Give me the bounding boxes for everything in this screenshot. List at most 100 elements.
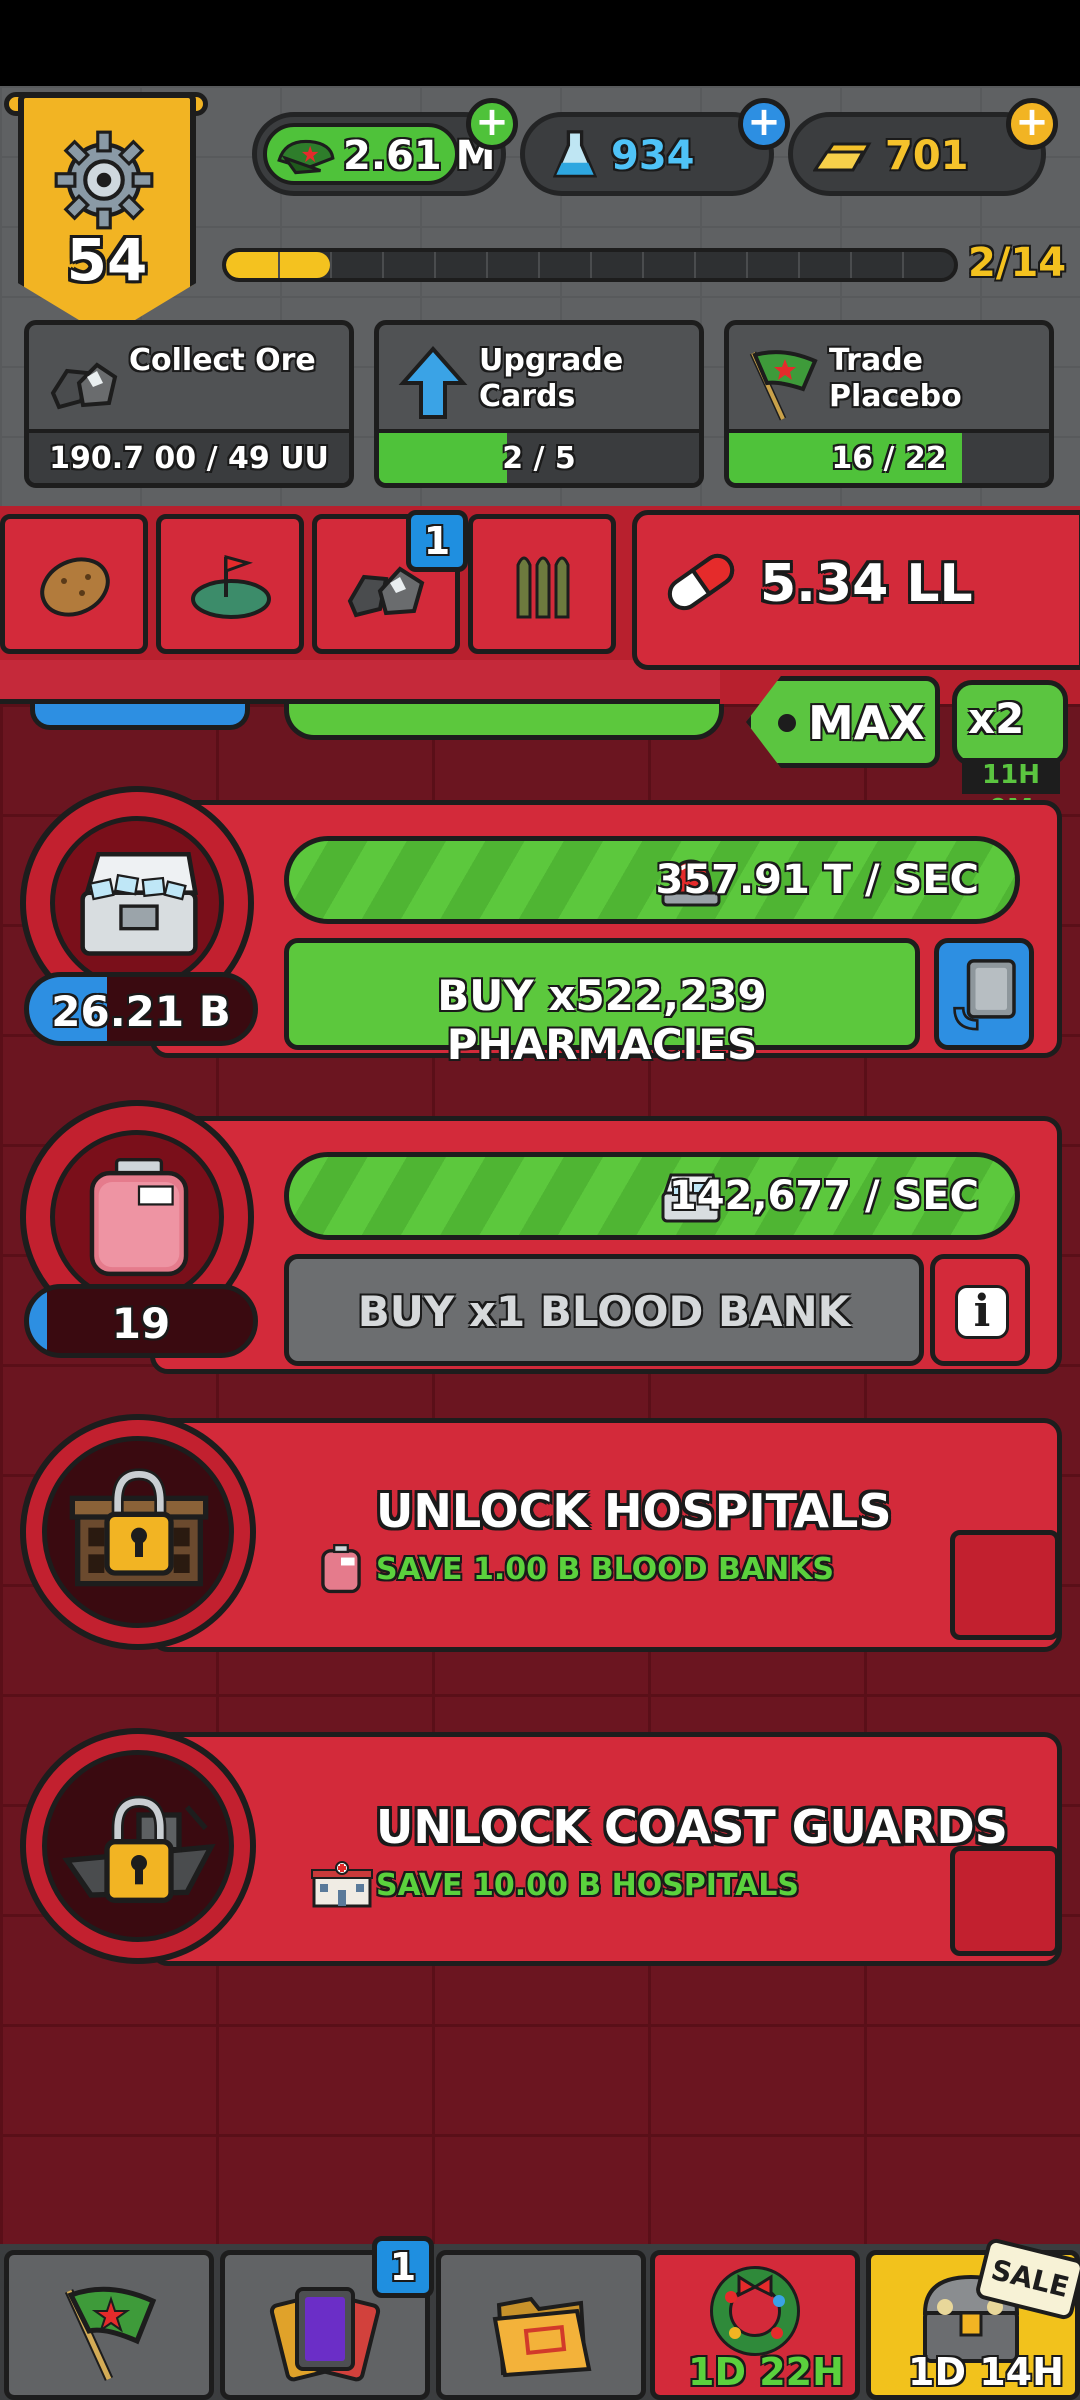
- gold-bar-icon: [813, 142, 872, 172]
- ore-tab-badge: 1: [406, 510, 468, 572]
- ammo-icon: [516, 556, 570, 619]
- buy-blood-bank-button[interactable]: BUY x1 BLOOD BANK: [284, 1254, 924, 1366]
- pharmacy-rate-bar[interactable]: 357.91 T / SEC: [284, 836, 1020, 924]
- up-arrow-icon: [398, 345, 468, 419]
- xp-segment-divider: [850, 252, 852, 278]
- xp-segment-divider: [278, 252, 280, 278]
- task-progress-bar: 190.7 00 / 49 UU: [29, 429, 349, 483]
- task-progress-bar: 2 / 5: [379, 429, 699, 483]
- task-progress-bar: 16 / 22: [729, 429, 1049, 483]
- pharmacy-count-value: 26.21 B: [51, 987, 231, 1036]
- pharmacy-count: 26.21 B: [24, 972, 258, 1046]
- gold-value: 701: [885, 133, 969, 179]
- card-corner: [950, 1846, 1060, 1956]
- unlock-hospitals-requirement: SAVE 1.00 B BLOOD BANKS: [376, 1552, 835, 1587]
- cards-badge: 1: [372, 2236, 434, 2298]
- blood-bag-icon: [89, 1157, 189, 1277]
- unlock-coast-guards-requirement: SAVE 10.00 B HOSPITALS: [376, 1868, 800, 1903]
- pill-balance: 5.34 LL: [760, 554, 973, 614]
- task-collect-ore[interactable]: Collect Ore 190.7 00 / 49 UU: [24, 320, 354, 488]
- flag-icon: [749, 350, 818, 421]
- locked-coast-guard-inner: [42, 1750, 234, 1942]
- gear-icon: [54, 130, 154, 230]
- army-cap-icon: [277, 139, 335, 175]
- task-title: Trade Placebo: [829, 343, 962, 414]
- xp-segment-divider: [434, 252, 436, 278]
- swamp-flag-icon: [191, 555, 271, 619]
- blood-bank-rate: 142,677 / SEC: [668, 1173, 979, 1219]
- boost-timer: 11H 0M: [962, 758, 1060, 824]
- shop-timer: 1D 14H: [908, 2350, 1064, 2394]
- blood-bank-count-value: 19: [111, 1299, 171, 1348]
- xp-segment-divider: [798, 252, 800, 278]
- info-icon: i: [955, 1285, 1009, 1339]
- xp-segment-divider: [902, 252, 904, 278]
- task-progress: 2 / 5: [502, 441, 576, 476]
- task-title: Collect Ore: [129, 343, 316, 378]
- xp-progress-bar: [222, 248, 958, 282]
- locked-hospital-icon: [69, 1468, 209, 1587]
- flask-icon: [553, 130, 597, 178]
- tab-potato[interactable]: [0, 514, 148, 654]
- tab-ledge: [0, 660, 720, 704]
- locked-hospital-ring: [20, 1414, 256, 1650]
- info-button[interactable]: i: [930, 1254, 1030, 1366]
- research-value: 934: [611, 133, 695, 179]
- xp-segment-divider: [694, 252, 696, 278]
- task-progress: 190.7 00 / 49 UU: [49, 441, 329, 476]
- ore-icon: [50, 362, 118, 410]
- blood-bank-ring-inner: [50, 1130, 224, 1304]
- pharmacy-rate: 357.91 T / SEC: [655, 857, 979, 903]
- nav-trade[interactable]: [4, 2250, 214, 2400]
- xp-segment-divider: [330, 252, 332, 278]
- potato-icon: [40, 557, 110, 617]
- x2-label: x2: [968, 694, 1025, 743]
- xp-segment-divider: [590, 252, 592, 278]
- cards-icon: [269, 2287, 381, 2382]
- manager-button[interactable]: [934, 938, 1034, 1050]
- add-gold-button[interactable]: +: [1006, 98, 1058, 150]
- max-tag-hole: [778, 714, 796, 732]
- buy-pharmacies-button[interactable]: BUY x522,239 PHARMACIES: [284, 938, 920, 1069]
- xp-segment-divider: [642, 252, 644, 278]
- buy-blood-bank-label: BUY x1 BLOOD BANK: [357, 1287, 851, 1336]
- manager-card-icon: [953, 959, 1016, 1031]
- locked-coast-guard-ring: [20, 1728, 256, 1964]
- locked-boat-icon: [62, 1795, 216, 1903]
- previous-row-peek-bar: [284, 704, 724, 740]
- locked-hospital-inner: [42, 1436, 234, 1628]
- unlock-coast-guards-title: UNLOCK COAST GUARDS: [376, 1800, 1008, 1854]
- add-research-button[interactable]: +: [738, 98, 790, 150]
- blood-bank-count: 19: [24, 1284, 258, 1358]
- ice-chest-icon: [80, 852, 199, 956]
- previous-row-peek: [30, 704, 250, 730]
- xp-segment-divider: [382, 252, 384, 278]
- xp-count: 2/14: [968, 240, 1067, 286]
- tab-swamp[interactable]: [156, 514, 304, 654]
- pharmacy-ring-inner: [50, 816, 224, 990]
- blood-bag-icon: [321, 1544, 361, 1594]
- player-level: 54: [66, 226, 148, 294]
- task-upgrade-cards[interactable]: Upgrade Cards 2 / 5: [374, 320, 704, 488]
- task-trade-placebo[interactable]: Trade Placebo 16 / 22: [724, 320, 1054, 488]
- pill-icon: [667, 553, 735, 611]
- card-corner: [950, 1530, 1060, 1640]
- xp-segment-divider: [486, 252, 488, 278]
- nav-documents[interactable]: [436, 2250, 646, 2400]
- blood-bank-rate-bar[interactable]: 142,677 / SEC: [284, 1152, 1020, 1240]
- folder-icon: [492, 2296, 592, 2378]
- status-bar: [0, 0, 1080, 86]
- tab-ammo[interactable]: [468, 514, 616, 654]
- add-cash-button[interactable]: +: [466, 98, 518, 150]
- flag-icon: [64, 2286, 157, 2381]
- event-timer: 1D 22H: [688, 2350, 844, 2394]
- buy-pharmacies-label: BUY x522,239 PHARMACIES: [437, 971, 767, 1069]
- hospital-icon: [311, 1861, 373, 1908]
- task-title: Upgrade Cards: [479, 343, 624, 414]
- max-label: MAX: [808, 696, 925, 750]
- research-counter[interactable]: 934: [520, 112, 774, 196]
- task-progress: 16 / 22: [831, 441, 947, 476]
- xp-segment-divider: [538, 252, 540, 278]
- xp-segment-divider: [746, 252, 748, 278]
- unlock-hospitals-title: UNLOCK HOSPITALS: [376, 1484, 892, 1538]
